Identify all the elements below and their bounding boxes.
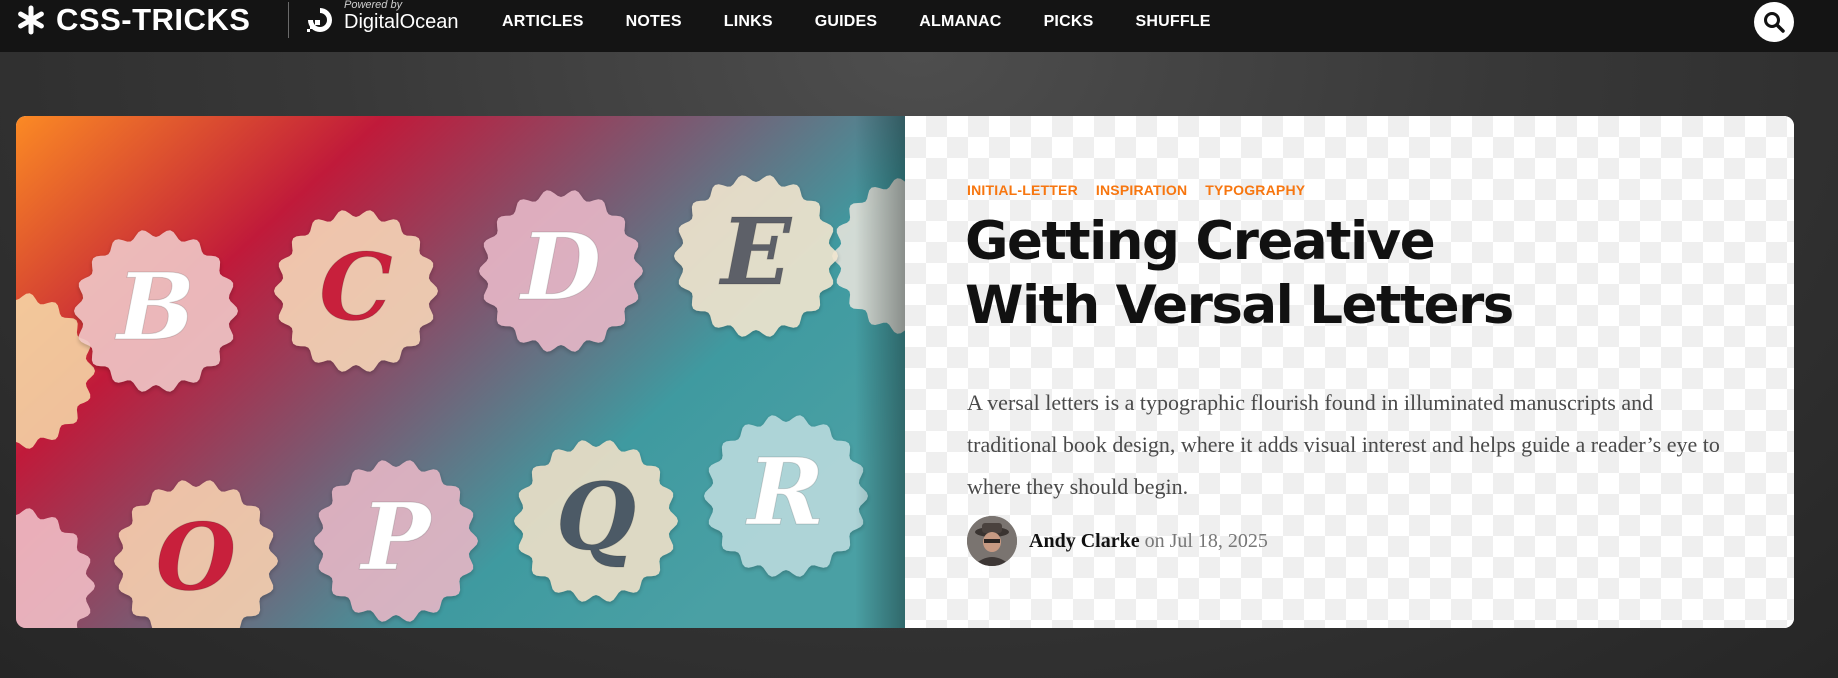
date-prefix: on bbox=[1144, 529, 1165, 552]
sponsor-name: DigitalOcean bbox=[344, 10, 459, 33]
tag-inspiration[interactable]: INSPIRATION bbox=[1096, 182, 1187, 198]
title-line-2: With Versal Letters bbox=[965, 275, 1514, 336]
nav-shuffle[interactable]: SHUFFLE bbox=[1135, 13, 1210, 31]
search-button[interactable] bbox=[1754, 2, 1794, 42]
site-header: CSS-TRICKS Powered by DigitalOcean ARTIC… bbox=[0, 0, 1838, 52]
badge-letter: E bbox=[718, 198, 793, 306]
badge-letter: O bbox=[156, 503, 236, 611]
byline: Andy Clarke on Jul 18, 2025 bbox=[967, 516, 1268, 566]
tag-list: INITIAL-LETTER INSPIRATION TYPOGRAPHY bbox=[967, 182, 1305, 198]
article-title[interactable]: Getting Creative With Versal Letters bbox=[965, 210, 1685, 338]
nav-almanac[interactable]: ALMANAC bbox=[919, 13, 1001, 31]
publish-date: Jul 18, 2025 bbox=[1169, 529, 1268, 552]
badge-letter: C bbox=[319, 233, 392, 341]
search-icon bbox=[1764, 12, 1785, 33]
nav-picks[interactable]: PICKS bbox=[1044, 13, 1094, 31]
main-nav: ARTICLES NOTES LINKS GUIDES ALMANAC PICK… bbox=[502, 0, 1253, 44]
tag-typography[interactable]: TYPOGRAPHY bbox=[1205, 182, 1305, 198]
versal-letters-illustration: B C D E O P Q R bbox=[16, 116, 905, 628]
hero-image[interactable]: B C D E O P Q R bbox=[16, 116, 905, 628]
author-link[interactable]: Andy Clarke bbox=[1029, 530, 1140, 552]
asterisk-logo-icon bbox=[18, 5, 44, 35]
nav-links[interactable]: LINKS bbox=[724, 13, 773, 31]
badge-letter: D bbox=[518, 213, 601, 321]
article-content: INITIAL-LETTER INSPIRATION TYPOGRAPHY Ge… bbox=[905, 116, 1794, 628]
header-divider bbox=[288, 2, 289, 38]
badge-letter: R bbox=[745, 438, 824, 546]
sponsor-link[interactable]: Powered by DigitalOcean bbox=[304, 0, 459, 40]
badge-letter: Q bbox=[556, 463, 636, 571]
author-avatar[interactable] bbox=[967, 516, 1017, 566]
powered-by-label: Powered by bbox=[344, 0, 403, 11]
nav-guides[interactable]: GUIDES bbox=[815, 13, 878, 31]
article-excerpt: A versal letters is a typographic flouri… bbox=[967, 390, 1720, 499]
logo-text: CSS-TRICKS bbox=[56, 2, 251, 37]
nav-articles[interactable]: ARTICLES bbox=[502, 13, 584, 31]
badge-letter: B bbox=[114, 253, 195, 361]
nav-notes[interactable]: NOTES bbox=[626, 13, 682, 31]
site-logo[interactable]: CSS-TRICKS bbox=[16, 0, 250, 40]
badge-letter: P bbox=[358, 483, 433, 591]
title-line-1: Getting Creative bbox=[965, 211, 1436, 272]
avatar-image bbox=[967, 516, 1017, 566]
featured-article-card: B C D E O P Q R INITIAL-LETTER INSPIRATION TYPO… bbox=[16, 116, 1794, 628]
digitalocean-icon bbox=[307, 8, 332, 32]
tag-initial-letter[interactable]: INITIAL-LETTER bbox=[967, 182, 1078, 198]
